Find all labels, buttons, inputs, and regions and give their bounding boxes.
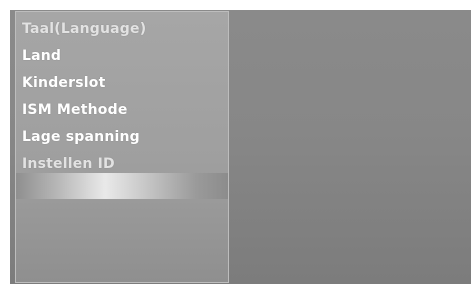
menu-item-language[interactable]: Taal(Language) [16, 18, 228, 45]
tv-screen: Taal(Language) Land Kinderslot ISM Metho… [10, 10, 471, 284]
menu-list: Taal(Language) Land Kinderslot ISM Metho… [16, 18, 228, 180]
menu-item-low-voltage[interactable]: Lage spanning [16, 126, 228, 153]
menu-item-child-lock[interactable]: Kinderslot [16, 72, 228, 99]
selection-highlight-bar[interactable] [16, 173, 228, 199]
setup-menu-panel: Taal(Language) Land Kinderslot ISM Metho… [15, 11, 229, 283]
menu-item-country[interactable]: Land [16, 45, 228, 72]
menu-item-ism-method[interactable]: ISM Methode [16, 99, 228, 126]
